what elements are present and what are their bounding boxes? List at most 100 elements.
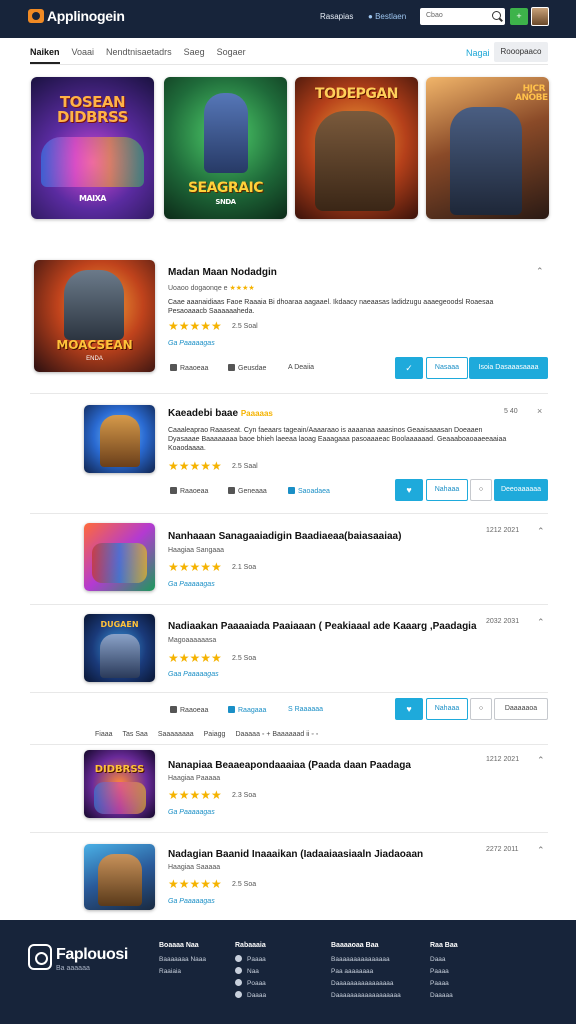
- game-thumbnail-1[interactable]: MOACSEAN ENDA: [34, 260, 155, 372]
- filter-item[interactable]: Paiagg: [204, 731, 226, 738]
- meta-item-4b[interactable]: Raagaaa: [228, 706, 266, 714]
- game-title-3[interactable]: Nanhaaan Sanagaaiadigin Baadiaeaa(baiasa…: [168, 531, 401, 542]
- featured-title-2: SEAGRAIC: [187, 180, 264, 196]
- secondary-button-2[interactable]: Nahaaa: [426, 479, 468, 501]
- featured-game-tile-1[interactable]: TOSEAN DIDBRSS MAIXA: [31, 77, 154, 219]
- secondary-button-4[interactable]: Nahaaa: [426, 698, 468, 720]
- footer-social-link[interactable]: Paaaa: [235, 954, 266, 966]
- footer-link[interactable]: Daaaaaaaaaaaaaaaa: [331, 978, 401, 990]
- share-button[interactable]: ✓: [395, 357, 423, 379]
- close-icon[interactable]: ×: [537, 406, 542, 416]
- notification-button[interactable]: +: [510, 8, 528, 25]
- app-logo[interactable]: Applinogein: [28, 8, 125, 24]
- tab-5[interactable]: Sogaer: [217, 47, 246, 61]
- filter-item[interactable]: Saaaaaaaa: [158, 731, 194, 738]
- footer-link[interactable]: Daaaaa: [430, 990, 458, 1002]
- tab-1[interactable]: Naiken: [30, 47, 60, 61]
- footer-social-link[interactable]: Poaaa: [235, 978, 266, 990]
- footer-column-3: Baaaaoaa Baa Baaaaaaaaaaaaaaa Paa aaaaaa…: [331, 942, 401, 1002]
- meta-item-1a[interactable]: Raaoeaa: [170, 364, 208, 372]
- game-title-1[interactable]: Madan Maan Nodadgin: [168, 267, 277, 278]
- game-link-1[interactable]: Ga Paaaaagas: [168, 340, 215, 347]
- footer-link[interactable]: Daaaaaaaaaaaaaaaaaa: [331, 990, 401, 1002]
- star-rating-icon: ★★★★★: [168, 877, 222, 891]
- thumbnail-title-1: MOACSEAN: [56, 338, 133, 352]
- game-link-3[interactable]: Ga Paaaaagas: [168, 581, 215, 588]
- collapse-chevron-icon[interactable]: ⌃: [537, 526, 545, 537]
- tab-3[interactable]: Nendtnisaetadrs: [106, 47, 172, 61]
- tabs-right-button[interactable]: Rooopaaco: [494, 42, 548, 62]
- meta-item-2b[interactable]: Geneaaa: [228, 487, 267, 495]
- game-link-5[interactable]: Ga Paaaaagas: [168, 809, 215, 816]
- game-title-4[interactable]: Nadiaakan Paaaaiada Paaiaaan ( Peakiaaal…: [168, 621, 477, 632]
- footer-link[interactable]: Paaaa: [430, 966, 458, 978]
- game-date-4: 2032 2031: [486, 618, 520, 625]
- game-thumbnail-5[interactable]: DIDBRSS: [84, 750, 155, 818]
- footer-link[interactable]: Daaa: [430, 954, 458, 966]
- footer-tagline: Ba aaaaaa: [56, 965, 90, 972]
- game-date-3: 1212 2021: [486, 527, 520, 534]
- footer-link[interactable]: Baaaaaaaaaaaaaaa: [331, 954, 401, 966]
- footer-social-link[interactable]: Daaaa: [235, 990, 266, 1002]
- collapse-chevron-icon[interactable]: ⌃: [536, 266, 544, 277]
- game-thumbnail-2[interactable]: [84, 405, 155, 473]
- site-footer: Faplouosi Ba aaaaaa Boaaaa Naa Baaaaaaa …: [0, 920, 576, 1024]
- game-link-6[interactable]: Ga Paaaaagas: [168, 898, 215, 905]
- meta-item-2c[interactable]: Saoadaea: [288, 487, 330, 495]
- footer-link[interactable]: Paaaa: [430, 978, 458, 990]
- primary-button-2[interactable]: Deeoaaaaaa: [494, 479, 548, 501]
- featured-game-tile-2[interactable]: SEAGRAIC SNDA: [164, 77, 287, 219]
- featured-game-tile-4[interactable]: HJCR ANOBE: [426, 77, 549, 219]
- meta-item-4c[interactable]: S Raaaaaa: [288, 706, 323, 713]
- footer-column-1: Boaaaa Naa Baaaaaaa Naaa Raaiaia: [159, 942, 206, 978]
- meta-label: A Deaiia: [288, 364, 315, 371]
- footer-logo-icon[interactable]: [28, 944, 52, 970]
- brand-name: Applinogein: [47, 8, 125, 24]
- game-title-6[interactable]: Nadagian Baanid Inaaaikan (Iadaaiaasiaal…: [168, 849, 423, 860]
- filter-item[interactable]: Fiaaa: [95, 731, 113, 738]
- meta-label: Raagaaa: [238, 707, 267, 714]
- primary-button-1[interactable]: Isoia Dasaaasaaaa: [469, 357, 548, 379]
- tabs-right-link[interactable]: Nagai: [466, 48, 490, 58]
- meta-item-2a[interactable]: Raaoeaa: [170, 487, 208, 495]
- tab-4[interactable]: Saeg: [184, 47, 205, 61]
- filter-item[interactable]: Tas Saa: [123, 731, 148, 738]
- search-icon[interactable]: [492, 11, 501, 20]
- footer-link[interactable]: Baaaaaaa Naaa: [159, 954, 206, 966]
- nav-link-1[interactable]: Rasapias: [320, 12, 353, 21]
- footer-social-link[interactable]: Naa: [235, 966, 266, 978]
- tab-2[interactable]: Voaai: [72, 47, 95, 61]
- more-options-button[interactable]: ○: [470, 698, 492, 720]
- footer-link[interactable]: Raaiaia: [159, 966, 206, 978]
- game-thumbnail-3[interactable]: [84, 523, 155, 591]
- filter-item[interactable]: Daaaaa ◦ + Baaaaaad ii ◦ ◦: [235, 731, 318, 738]
- search-input[interactable]: Cbao: [420, 8, 505, 25]
- game-title-2[interactable]: Kaeadebi baae Paaaaas: [168, 408, 273, 419]
- meta-item-1b[interactable]: Geusdae: [228, 364, 266, 372]
- more-options-button[interactable]: ○: [470, 479, 492, 501]
- game-date-6: 2272 2011: [486, 846, 519, 853]
- featured-art-1: [41, 137, 144, 187]
- game-title-5[interactable]: Nanapiaa Beaaeapondaaaiaa (Paada daan Pa…: [168, 760, 411, 771]
- featured-title-4: HJCR ANOBE: [515, 84, 548, 103]
- nav-link-2[interactable]: ● Bestlaen: [368, 12, 406, 21]
- footer-link[interactable]: Paa aaaaaaaa: [331, 966, 401, 978]
- meta-icon: [228, 364, 235, 371]
- user-avatar[interactable]: [531, 7, 549, 26]
- featured-game-tile-3[interactable]: TODEPGAN: [295, 77, 418, 219]
- game-thumbnail-4[interactable]: DUGAEN: [84, 614, 155, 682]
- twitter-share-button[interactable]: ♥: [395, 698, 423, 720]
- meta-item-1c[interactable]: A Deaiia: [288, 364, 314, 371]
- game-link-4[interactable]: Gaa Paaaaagas: [168, 671, 219, 678]
- meta-item-4a[interactable]: Raaoeaa: [170, 706, 208, 714]
- game-thumbnail-6[interactable]: [84, 844, 155, 910]
- social-icon: [235, 967, 242, 974]
- secondary-button-1[interactable]: Nasaaa: [426, 357, 468, 379]
- primary-button-4[interactable]: Daaaaaoa: [494, 698, 548, 720]
- twitter-share-button[interactable]: ♥: [395, 479, 423, 501]
- collapse-chevron-icon[interactable]: ⌃: [537, 755, 545, 766]
- collapse-chevron-icon[interactable]: ⌃: [537, 845, 545, 856]
- thumbnail-art-6: [98, 854, 142, 906]
- mini-stars-icon: ★★★★: [229, 285, 255, 292]
- collapse-chevron-icon[interactable]: ⌃: [537, 617, 545, 628]
